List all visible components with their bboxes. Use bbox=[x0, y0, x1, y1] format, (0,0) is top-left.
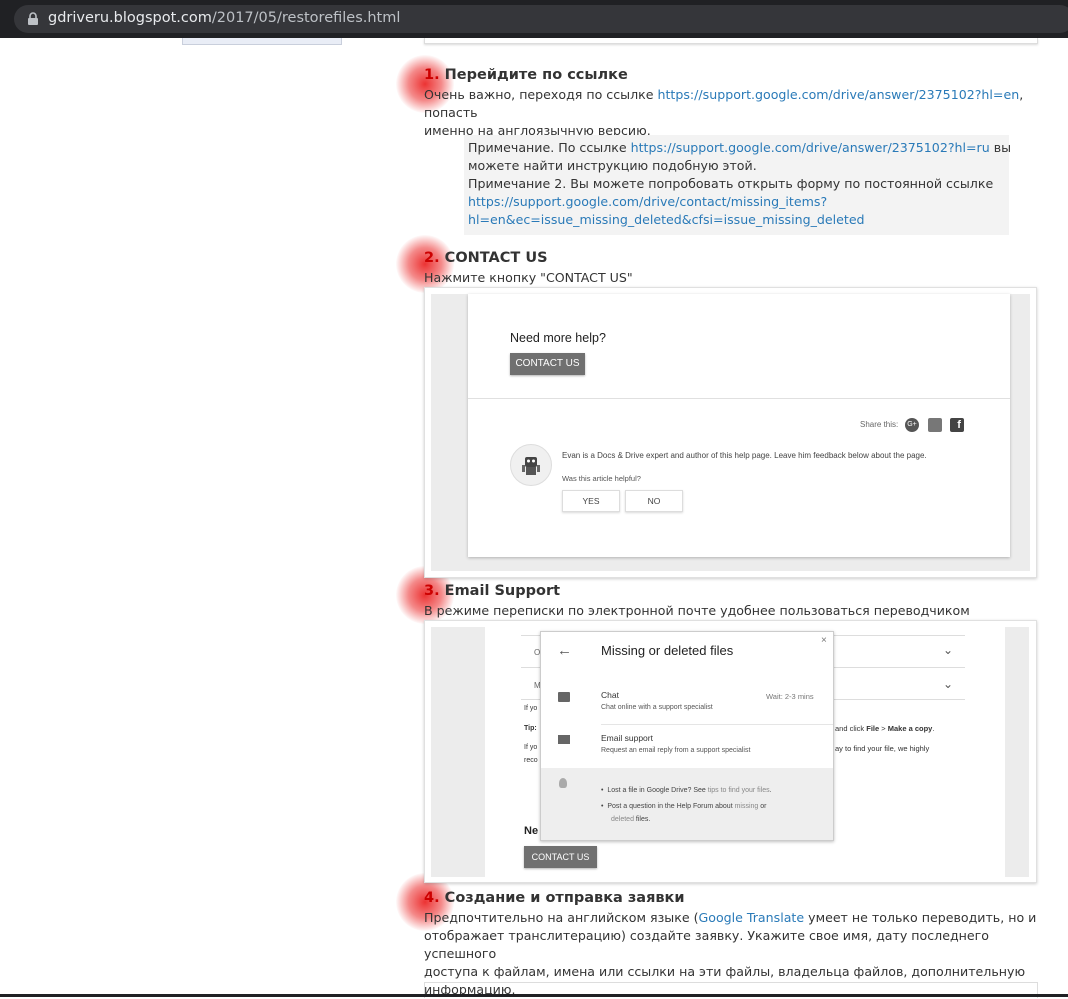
step-heading: 1. Перейдите по ссылке bbox=[424, 67, 628, 83]
tip-text: Lost a file in Google Drive? See bbox=[607, 787, 708, 794]
share-this-label: Share this: bbox=[860, 420, 899, 429]
bg-text: and click bbox=[835, 724, 867, 733]
no-button[interactable]: NO bbox=[625, 490, 683, 512]
bg-text: Ne bbox=[524, 825, 539, 837]
tip-item: • Lost a file in Google Drive? See tips … bbox=[601, 787, 772, 794]
paragraph-text: Предпочтительно на английском языке ( bbox=[424, 910, 699, 925]
support-link-ru[interactable]: https://support.google.com/drive/answer/… bbox=[631, 140, 990, 155]
browser-toolbar: gdriveru.blogspot.com/2017/05/restorefil… bbox=[0, 0, 1068, 38]
dialog-title: Missing or deleted files bbox=[601, 643, 734, 658]
sidebar-widget bbox=[182, 38, 342, 45]
step-title: CONTACT US bbox=[444, 250, 548, 266]
previous-card-edge bbox=[424, 38, 1038, 44]
author-text: Evan is a Docs & Drive expert and author… bbox=[562, 451, 927, 460]
helpful-question: Was this article helpful? bbox=[562, 474, 641, 483]
bg-text: > bbox=[879, 724, 888, 733]
tip-item: deleted files. bbox=[611, 816, 650, 823]
contact-us-button[interactable]: CONTACT US bbox=[524, 846, 597, 868]
bg-text: reco bbox=[524, 757, 538, 764]
bg-text: File bbox=[866, 724, 880, 733]
author-avatar bbox=[510, 444, 552, 486]
step-paragraph: Очень важно, переходя по ссылке https://… bbox=[424, 86, 1044, 140]
back-arrow-icon[interactable]: ← bbox=[557, 642, 572, 659]
url-text: gdriveru.blogspot.com/2017/05/restorefil… bbox=[48, 10, 400, 26]
google-plus-icon[interactable]: G+ bbox=[905, 418, 919, 432]
lock-icon bbox=[28, 12, 38, 25]
tip-item: • Post a question in the Help Forum abou… bbox=[601, 803, 767, 810]
bg-text: Tip: bbox=[524, 725, 537, 732]
note-block: Примечание. По ссылке https://support.go… bbox=[464, 135, 1012, 235]
step-title: Email Support bbox=[444, 583, 561, 599]
bg-text: . bbox=[932, 724, 935, 733]
url-host: gdriveru.blogspot.com bbox=[48, 10, 212, 26]
paragraph-text: доступа к файлам, имена или ссылки на эт… bbox=[424, 964, 1026, 979]
paragraph-text: отображает транслитерацию) создайте заяв… bbox=[424, 928, 989, 961]
bg-text: If yo bbox=[524, 744, 538, 751]
bg-text: If yo bbox=[524, 705, 538, 712]
facebook-icon[interactable]: f bbox=[950, 418, 964, 432]
tip-text: . bbox=[769, 787, 772, 794]
chevron-down-icon[interactable]: ⌄ bbox=[943, 677, 953, 691]
twitter-icon[interactable] bbox=[928, 418, 942, 432]
help-page-card: Need more help? CONTACT US Share this: G… bbox=[468, 294, 1010, 557]
tips-link[interactable]: tips to find your files bbox=[708, 787, 770, 794]
robot-icon bbox=[522, 457, 540, 475]
chat-wait-time: Wait: 2-3 mins bbox=[766, 692, 814, 701]
chat-icon bbox=[558, 692, 570, 702]
step-paragraph: В режиме переписки по электронной почте … bbox=[424, 603, 970, 618]
bg-text: and click File > Make a copy. bbox=[835, 724, 934, 733]
close-icon[interactable]: × bbox=[821, 635, 827, 646]
step-number: 3. bbox=[424, 583, 440, 599]
step-number: 1. bbox=[424, 67, 440, 83]
missing-items-link-cont[interactable]: hl=en&ec=issue_missing_deleted&cfsi=issu… bbox=[468, 212, 865, 227]
lightbulb-icon bbox=[559, 778, 567, 788]
step-number: 2. bbox=[424, 250, 440, 266]
tip-text: files. bbox=[633, 816, 651, 823]
step-heading: 4. Создание и отправка заявки bbox=[424, 890, 685, 906]
missing-link[interactable]: missing bbox=[735, 803, 759, 810]
step-number: 4. bbox=[424, 890, 440, 906]
bg-text: Make a copy bbox=[887, 724, 933, 733]
missing-files-dialog: ← Missing or deleted files × Chat Wait: … bbox=[540, 631, 834, 841]
step-heading: 2. CONTACT US bbox=[424, 250, 548, 266]
screenshot-contact-us: Need more help? CONTACT US Share this: G… bbox=[424, 287, 1037, 578]
step-heading: 3. Email Support bbox=[424, 583, 560, 599]
screenshot-email-support: O ⌄ M ⌄ If yo Tip: If yo reco and click … bbox=[424, 620, 1037, 883]
yes-button[interactable]: YES bbox=[562, 490, 620, 512]
google-translate-link[interactable]: Google Translate bbox=[699, 910, 805, 925]
chat-option-title[interactable]: Chat bbox=[601, 690, 619, 700]
note-text: Примечание 2. Вы можете попробовать откр… bbox=[468, 176, 994, 191]
note-text: Примечание. По ссылке bbox=[468, 140, 631, 155]
chat-option-sub: Chat online with a support specialist bbox=[601, 704, 713, 711]
need-help-heading: Need more help? bbox=[510, 331, 606, 345]
chevron-down-icon[interactable]: ⌄ bbox=[943, 643, 953, 657]
address-bar[interactable]: gdriveru.blogspot.com/2017/05/restorefil… bbox=[14, 5, 1068, 33]
step-title: Создание и отправка заявки bbox=[444, 890, 685, 906]
email-option-sub: Request an email reply from a support sp… bbox=[601, 747, 751, 754]
divider bbox=[601, 724, 833, 725]
tip-text: or bbox=[758, 803, 767, 810]
email-option-title[interactable]: Email support bbox=[601, 733, 653, 743]
tip-text: Post a question in the Help Forum about bbox=[607, 803, 735, 810]
url-path: /2017/05/restorefiles.html bbox=[211, 10, 401, 26]
contact-us-button[interactable]: CONTACT US bbox=[510, 353, 585, 375]
note-text: можете найти инструкцию подобную этой. bbox=[468, 158, 757, 173]
note-text: вы bbox=[989, 140, 1012, 155]
bg-text: ay to find your file, we highly bbox=[835, 744, 930, 753]
divider bbox=[468, 398, 1010, 399]
missing-items-link[interactable]: https://support.google.com/drive/contact… bbox=[468, 194, 827, 209]
deleted-link[interactable]: deleted bbox=[611, 816, 634, 823]
support-link-en[interactable]: https://support.google.com/drive/answer/… bbox=[658, 87, 1020, 102]
paragraph-text: Очень важно, переходя по ссылке bbox=[424, 87, 658, 102]
step-paragraph: Нажмите кнопку "CONTACT US" bbox=[424, 270, 633, 285]
paragraph-text: умеет не только переводить, но и bbox=[804, 910, 1037, 925]
mail-icon bbox=[558, 735, 570, 744]
step-title: Перейдите по ссылке bbox=[444, 67, 628, 83]
